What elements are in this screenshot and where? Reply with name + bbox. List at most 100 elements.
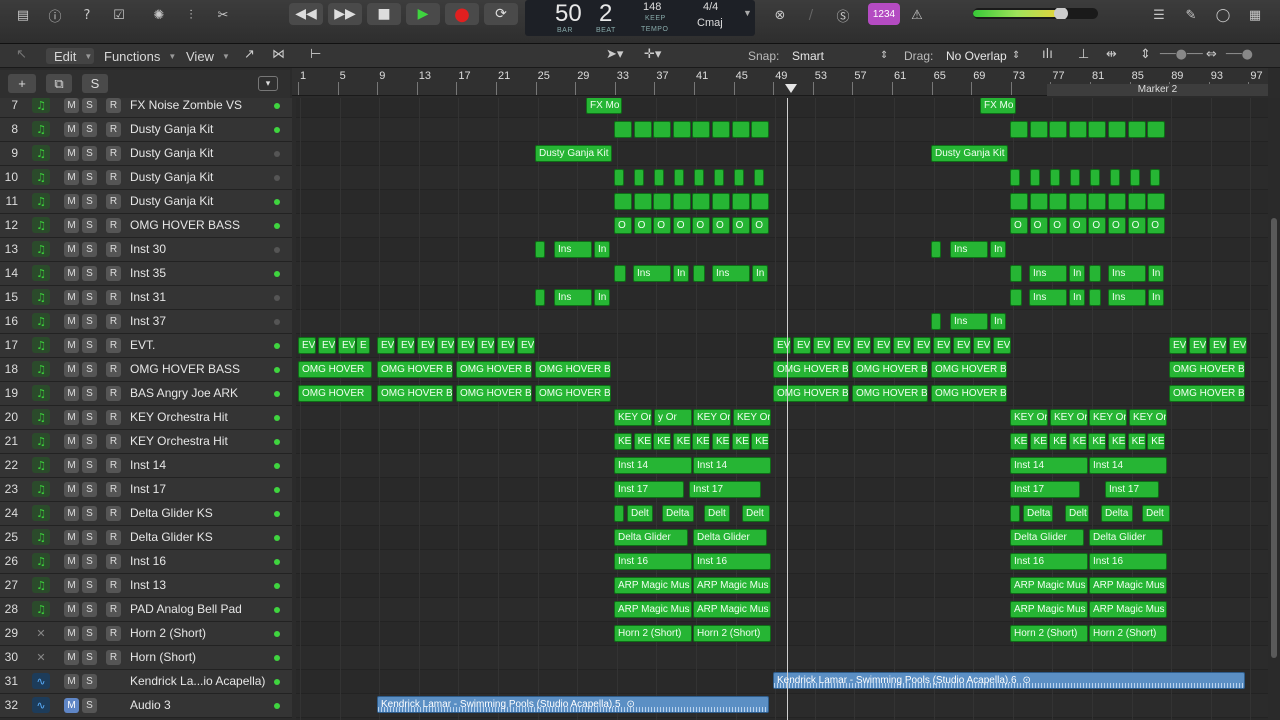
vertical-scrollbar[interactable]: [1268, 98, 1280, 720]
midi-region[interactable]: In: [673, 265, 689, 282]
midi-region[interactable]: KE: [1127, 433, 1146, 450]
track-header[interactable]: 26 ♫ M S R Inst 16: [0, 550, 292, 574]
midi-region[interactable]: [1110, 169, 1120, 186]
midi-region[interactable]: [614, 505, 624, 522]
midi-region[interactable]: ARP Magic Mus: [1010, 601, 1088, 618]
midi-region[interactable]: Ins: [950, 313, 988, 330]
replace-icon[interactable]: ⊗: [769, 6, 791, 24]
midi-region[interactable]: KEY Or: [1129, 409, 1167, 426]
mute-button[interactable]: M: [64, 698, 79, 713]
midi-region[interactable]: Delta: [1101, 505, 1133, 522]
midi-region[interactable]: KE: [1029, 433, 1048, 450]
midi-region[interactable]: Ins: [712, 265, 750, 282]
mute-button[interactable]: M: [64, 506, 79, 521]
midi-region[interactable]: Horn 2 (Short): [1010, 625, 1088, 642]
record-enable-button[interactable]: R: [106, 506, 121, 521]
mute-button[interactable]: M: [64, 626, 79, 641]
record-enable-button[interactable]: R: [106, 554, 121, 569]
midi-region[interactable]: [1108, 121, 1126, 138]
add-tool-icon[interactable]: ✛▾: [644, 47, 661, 62]
midi-region[interactable]: KE: [1049, 433, 1068, 450]
solo-button[interactable]: S: [82, 650, 97, 665]
track-name[interactable]: Inst 31: [130, 290, 166, 304]
loop-browser-icon[interactable]: ◯: [1212, 6, 1234, 24]
solo-button[interactable]: S: [82, 626, 97, 641]
midi-region[interactable]: [1010, 121, 1028, 138]
midi-region[interactable]: Delt: [742, 505, 770, 522]
midi-region[interactable]: O: [1010, 217, 1028, 234]
global-solo-button[interactable]: S: [82, 74, 108, 93]
mute-button[interactable]: M: [64, 362, 79, 377]
audio-region[interactable]: Kendrick Lamar - Swimming Pools (Studio …: [773, 672, 1245, 689]
solo-mode-icon[interactable]: Ⓢ: [832, 6, 854, 25]
smart-controls-icon[interactable]: ✺: [148, 6, 170, 24]
midi-region[interactable]: EV: [793, 337, 811, 354]
midi-region[interactable]: KEY Or: [693, 409, 731, 426]
midi-region[interactable]: ARP Magic Mus: [1010, 577, 1088, 594]
midi-region[interactable]: [1127, 193, 1146, 210]
mute-button[interactable]: M: [64, 242, 79, 257]
mute-button[interactable]: M: [64, 290, 79, 305]
midi-region[interactable]: [1130, 169, 1140, 186]
solo-button[interactable]: S: [82, 194, 97, 209]
midi-region[interactable]: OMG HOVER B: [931, 385, 1007, 402]
track-name[interactable]: PAD Analog Bell Pad: [130, 602, 242, 616]
midi-region[interactable]: O: [692, 217, 711, 234]
midi-region[interactable]: Inst 14: [693, 457, 771, 474]
play-button[interactable]: ▶: [406, 3, 440, 25]
midi-region[interactable]: O: [1147, 217, 1166, 234]
track-name[interactable]: KEY Orchestra Hit: [130, 434, 228, 448]
midi-region[interactable]: [1127, 121, 1146, 138]
midi-region[interactable]: O: [712, 217, 730, 234]
scrollbar-thumb[interactable]: [1271, 218, 1277, 658]
solo-button[interactable]: S: [82, 482, 97, 497]
mute-button[interactable]: M: [64, 338, 79, 353]
track-name[interactable]: Inst 17: [130, 482, 166, 496]
track-header[interactable]: 25 ♫ M S R Delta Glider KS: [0, 526, 292, 550]
track-name[interactable]: Inst 14: [130, 458, 166, 472]
cycle-button[interactable]: ⟳: [484, 3, 518, 25]
midi-region[interactable]: [535, 241, 545, 258]
functions-menu[interactable]: Functions ▼: [104, 48, 176, 64]
count-in-badge[interactable]: 1234: [868, 3, 900, 25]
playhead-handle[interactable]: [785, 84, 797, 93]
mute-button[interactable]: M: [64, 266, 79, 281]
record-button[interactable]: ●: [445, 3, 479, 25]
edit-menu[interactable]: Edit ▼: [46, 48, 94, 64]
track-header[interactable]: 31 ∿ M S Kendrick La...io Acapella): [0, 670, 292, 694]
track-header[interactable]: 11 ♫ M S R Dusty Ganja Kit: [0, 190, 292, 214]
record-enable-button[interactable]: R: [106, 578, 121, 593]
midi-region[interactable]: O: [614, 217, 632, 234]
midi-region[interactable]: OMG HOVER B: [773, 361, 849, 378]
record-enable-button[interactable]: R: [106, 146, 121, 161]
midi-region[interactable]: In: [1148, 265, 1164, 282]
midi-region[interactable]: [1088, 193, 1107, 210]
track-header[interactable]: 8 ♫ M S R Dusty Ganja Kit: [0, 118, 292, 142]
record-enable-button[interactable]: R: [106, 242, 121, 257]
bar-ruler[interactable]: 1 5 9 13 17 21 25 29 33 37 41 45 49 53 57 61 65 69 73 77 81 8…: [292, 68, 1268, 96]
midi-region[interactable]: Delta Glider: [1010, 529, 1084, 546]
forward-button[interactable]: ▶▶: [328, 3, 362, 25]
midi-region[interactable]: Ins: [554, 241, 592, 258]
track-header[interactable]: 29 ✕ M S R Horn 2 (Short): [0, 622, 292, 646]
midi-region[interactable]: Inst 17: [1105, 481, 1159, 498]
midi-region[interactable]: O: [633, 217, 652, 234]
track-name[interactable]: Kendrick La...io Acapella): [130, 674, 265, 688]
midi-region[interactable]: Inst 17: [689, 481, 761, 498]
track-name[interactable]: Horn 2 (Short): [130, 626, 206, 640]
record-enable-button[interactable]: R: [106, 338, 121, 353]
record-enable-button[interactable]: R: [106, 194, 121, 209]
mute-button[interactable]: M: [64, 170, 79, 185]
solo-button[interactable]: S: [82, 242, 97, 257]
midi-region[interactable]: [1010, 505, 1020, 522]
midi-region[interactable]: Ins: [1108, 265, 1146, 282]
midi-region[interactable]: [731, 193, 750, 210]
solo-button[interactable]: S: [82, 290, 97, 305]
track-name[interactable]: KEY Orchestra Hit: [130, 410, 228, 424]
midi-region[interactable]: OMG HOVER B: [456, 385, 532, 402]
track-name[interactable]: Delta Glider KS: [130, 506, 213, 520]
midi-region[interactable]: EV: [517, 337, 535, 354]
midi-region[interactable]: ARP Magic Mus: [614, 601, 692, 618]
midi-region[interactable]: OMG HOVER B: [535, 361, 611, 378]
library-icon[interactable]: ▤: [12, 6, 34, 24]
